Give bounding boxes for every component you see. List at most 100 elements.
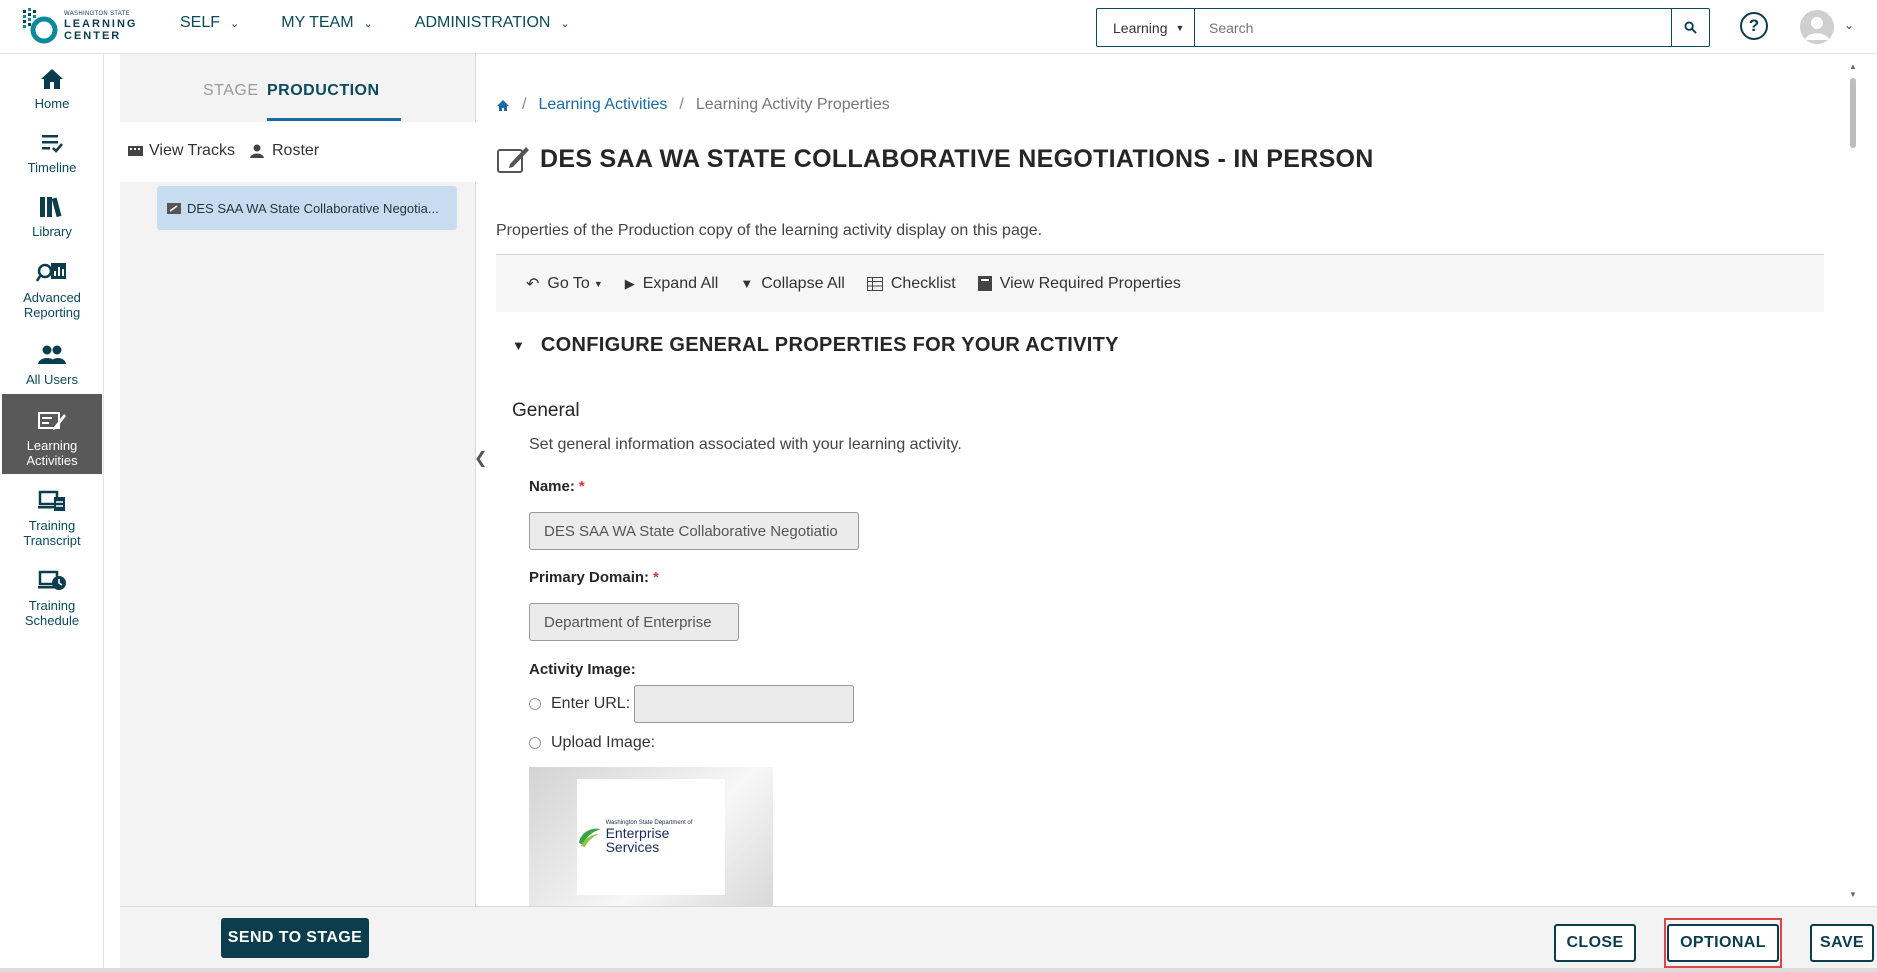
tab-production[interactable]: PRODUCTION — [267, 82, 380, 100]
close-button[interactable]: CLOSE — [1554, 924, 1636, 962]
rail-label: Advanced Reporting — [23, 290, 81, 320]
breadcrumb-learning-activities[interactable]: Learning Activities — [538, 96, 667, 114]
rail-label: Training Transcript — [23, 518, 81, 548]
goto-label: Go To — [547, 274, 590, 292]
image-url-input[interactable] — [634, 685, 855, 723]
goto-button[interactable]: ↶ Go To ▼ — [526, 274, 603, 294]
caret-down-icon: ▼ — [1175, 22, 1185, 33]
name-value: DES SAA WA State Collaborative Negotiati… — [544, 522, 838, 540]
activity-title: DES SAA WA STATE COLLABORATIVE NEGOTIATI… — [540, 144, 1374, 173]
primary-domain-label-text: Primary Domain: — [529, 569, 650, 586]
rail-label: Learning Activities — [26, 438, 78, 468]
des-logo-image: Washington State Department of Enterpris… — [577, 779, 725, 895]
checklist-icon — [866, 276, 883, 291]
view-required-label: View Required Properties — [999, 274, 1181, 292]
send-to-stage-button[interactable]: SEND TO STAGE — [221, 918, 369, 958]
rail-item-home[interactable]: Home — [2, 66, 102, 111]
track-list-item[interactable]: DES SAA WA State Collaborative Negotia..… — [157, 186, 457, 230]
nav-administration[interactable]: ADMINISTRATION ⌄ — [415, 14, 570, 32]
section-title: CONFIGURE GENERAL PROPERTIES FOR YOUR AC… — [540, 334, 1119, 356]
page-description: Properties of the Production copy of the… — [496, 222, 1043, 239]
logo-small-text: WASHINGTON STATE — [64, 10, 130, 17]
search-category-label: Learning — [1113, 19, 1168, 36]
chevron-down-icon: ⌄ — [560, 17, 570, 30]
upload-image-radio[interactable] — [529, 737, 541, 749]
scrollbar-thumb[interactable] — [1850, 78, 1856, 148]
rail-item-learning-activities[interactable]: Learning Activities — [2, 394, 102, 474]
active-tab-indicator — [267, 118, 401, 121]
chevron-down-icon[interactable]: ⌄ — [1844, 18, 1854, 32]
logo-text: WASHINGTON STATE LEARNING CENTER — [64, 11, 137, 42]
properties-toolbar: ↶ Go To ▼ ▶ Expand All ▼ Collapse All Ch… — [496, 254, 1824, 312]
nav-self[interactable]: SELF ⌄ — [180, 14, 239, 32]
section-general-properties[interactable]: ▼ CONFIGURE GENERAL PROPERTIES FOR YOUR … — [512, 334, 1119, 357]
collapse-all-label: Collapse All — [761, 274, 845, 292]
home-icon[interactable] — [496, 99, 510, 112]
roster-label: Roster — [272, 142, 320, 159]
general-description: Set general information associated with … — [529, 436, 962, 453]
rail-item-training-schedule[interactable]: Training Schedule — [2, 568, 102, 628]
primary-domain-field[interactable]: Department of Enterprise — [529, 603, 739, 641]
help-icon[interactable]: ? — [1740, 12, 1768, 40]
primary-domain-label: Primary Domain: * — [529, 569, 659, 586]
logo-line2: CENTER — [64, 29, 122, 42]
left-rail: Home Timeline Library Advanced Reporting — [0, 54, 104, 972]
des-logo-text: Washington State Department of Enterpris… — [606, 820, 725, 854]
learning-center-logo[interactable]: WASHINGTON STATE LEARNING CENTER — [20, 6, 146, 46]
checklist-button[interactable]: Checklist — [866, 274, 956, 293]
tracks-panel: STAGE PRODUCTION View Tracks Roster DES — [120, 54, 476, 906]
scroll-down-arrow-icon[interactable]: ▼ — [1849, 890, 1857, 899]
required-asterisk: * — [578, 478, 585, 495]
logo-mark-icon — [23, 8, 58, 44]
user-avatar-icon — [1805, 17, 1829, 40]
rail-item-training-transcript[interactable]: Training Transcript — [2, 488, 102, 548]
panel-actions: View Tracks Roster — [120, 122, 476, 182]
rail-label: Training Schedule — [24, 598, 80, 628]
upload-image-option: Upload Image: — [529, 734, 655, 752]
nav-self-label: SELF — [180, 14, 221, 31]
rail-item-library[interactable]: Library — [2, 194, 102, 239]
top-bar: WASHINGTON STATE LEARNING CENTER SELF ⌄ … — [0, 0, 1877, 54]
highlight-box — [1664, 918, 1782, 968]
search-input[interactable] — [1195, 9, 1671, 46]
main-content: / Learning Activities / Learning Activit… — [496, 54, 1850, 906]
expand-all-button[interactable]: ▶ Expand All — [625, 275, 719, 293]
main-scrollbar[interactable]: ▲ ▼ — [1846, 62, 1860, 902]
rail-item-all-users[interactable]: All Users — [2, 342, 102, 387]
checklist-label: Checklist — [890, 274, 956, 292]
view-required-button[interactable]: View Required Properties — [977, 274, 1181, 293]
enter-url-radio[interactable] — [529, 698, 541, 710]
name-label-text: Name: — [529, 478, 575, 495]
view-tracks-link[interactable]: View Tracks — [128, 142, 235, 160]
panel-collapse-icon[interactable]: ❮ — [474, 448, 487, 468]
tab-stage[interactable]: STAGE — [203, 82, 259, 100]
name-field[interactable]: DES SAA WA State Collaborative Negotiati… — [529, 512, 859, 550]
rail-item-timeline[interactable]: Timeline — [2, 130, 102, 175]
roster-link[interactable]: Roster — [250, 142, 319, 160]
chevron-down-icon: ⌄ — [363, 17, 373, 30]
caret-down-icon: ▼ — [593, 278, 603, 289]
caret-right-icon: ▶ — [624, 275, 635, 291]
enter-url-option: Enter URL: — [529, 685, 855, 723]
library-icon — [40, 197, 62, 218]
rail-item-advanced-reporting[interactable]: Advanced Reporting — [2, 260, 102, 320]
rail-label: Timeline — [27, 160, 77, 175]
home-icon — [41, 69, 63, 89]
search-category-select[interactable]: Learning ▼ — [1097, 9, 1195, 46]
primary-domain-value: Department of Enterprise — [544, 613, 712, 631]
name-label: Name: * — [529, 478, 585, 495]
page-title: DES SAA WA STATE COLLABORATIVE NEGOTIATI… — [496, 144, 1374, 174]
nav-my-team[interactable]: MY TEAM ⌄ — [281, 14, 373, 32]
collapse-all-button[interactable]: ▼ Collapse All — [740, 275, 844, 293]
rail-label: Library — [32, 224, 72, 239]
avatar[interactable] — [1800, 10, 1834, 44]
rail-label: All Users — [25, 372, 78, 387]
window-bottom-edge — [0, 968, 1877, 972]
search-button[interactable] — [1671, 9, 1709, 46]
caret-down-icon: ▼ — [512, 338, 525, 353]
activity-image-label: Activity Image: — [529, 661, 636, 678]
chevron-down-icon: ⌄ — [230, 17, 240, 30]
scroll-up-arrow-icon[interactable]: ▲ — [1849, 62, 1857, 71]
roster-icon — [250, 144, 264, 158]
save-button[interactable]: SAVE — [1810, 924, 1874, 962]
